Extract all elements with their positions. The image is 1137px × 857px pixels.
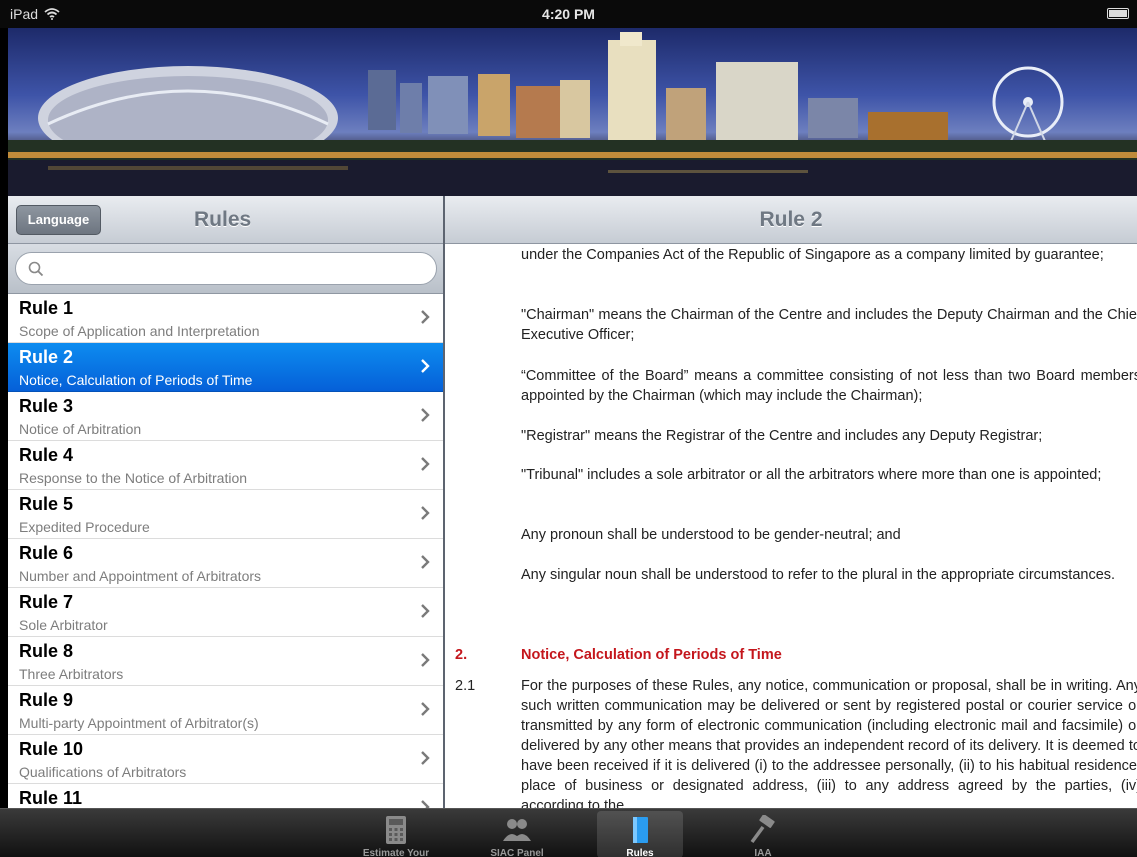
paragraph: Any pronoun shall be understood to be ge… [521,527,901,543]
chevron-right-icon [421,506,430,520]
rule-title: Rule 10 [19,739,84,759]
battery-icon [1107,8,1129,19]
chevron-right-icon [421,800,430,808]
list-item[interactable]: Rule 8 Three Arbitrators [8,637,444,686]
banner-image [8,28,1137,196]
rule-subtitle: Scope of Application and Interpretation [19,323,260,339]
tab-label: Estimate Your Fees [362,848,430,857]
language-button[interactable]: Language [16,205,101,235]
list-item[interactable]: Rule 10 Qualifications of Arbitrators [8,735,444,784]
detail-pane: Rule 2 under the Companies Act of the Re… [445,196,1137,808]
rule-title: Rule 3 [19,396,74,416]
master-navbar: Language Rules [8,196,444,244]
paragraph: “Committee of the Board” means a committ… [521,368,1137,404]
gavel-icon [750,815,775,844]
search-bar [8,244,444,294]
master-title: Rules [194,208,252,231]
tab-siac-panel[interactable]: SIAC Panel [474,811,560,857]
section-number: 2. [455,647,468,663]
rule-content: under the Companies Act of the Republic … [445,245,1137,808]
chevron-right-icon [421,408,430,422]
chevron-right-icon [421,604,430,618]
status-bar: iPad 4:20 PM [0,0,1137,28]
status-time: 4:20 PM [542,6,595,22]
tab-bar: Estimate Your Fees SIAC Panel Rules IAA [0,808,1137,857]
list-item[interactable]: Rule 11 [8,784,444,808]
paragraph: "Registrar" means the Registrar of the C… [521,428,1043,444]
tab-rules[interactable]: Rules [597,811,683,857]
chevron-right-icon [421,702,430,716]
list-item[interactable]: Rule 7 Sole Arbitrator [8,588,444,637]
search-input[interactable] [50,258,430,280]
rule-subtitle: Number and Appointment of Arbitrators [19,568,262,584]
chevron-right-icon [421,310,430,324]
tab-estimate-fees[interactable]: Estimate Your Fees [353,811,439,857]
rule-title: Rule 9 [19,690,74,710]
rule-subtitle: Multi-party Appointment of Arbitrator(s) [19,715,259,731]
tab-label: Rules [626,848,654,857]
search-icon [28,261,44,277]
detail-title: Rule 2 [759,208,823,231]
paragraph: under the Companies Act of the Republic … [521,247,1104,263]
search-field[interactable] [15,252,437,285]
paragraph: Any singular noun shall be understood to… [521,567,1116,583]
paragraph: "Chairman" means the Chairman of the Cen… [521,307,1137,343]
rule-subtitle: Response to the Notice of Arbitration [19,470,248,486]
rule-title: Rule 4 [19,445,74,465]
list-item[interactable]: Rule 3 Notice of Arbitration [8,392,444,441]
clause-number: 2.1 [455,678,476,694]
list-item[interactable]: Rule 6 Number and Appointment of Arbitrat… [8,539,444,588]
list-item[interactable]: Rule 2 Notice, Calculation of Periods of … [8,343,444,392]
tab-label: IAA [754,848,772,857]
chevron-right-icon [421,359,430,373]
rule-title: Rule 1 [19,298,74,318]
paragraph: "Tribunal" includes a sole arbitrator or… [521,467,1102,483]
chevron-right-icon [421,653,430,667]
rule-title: Rule 7 [19,592,74,612]
rule-title: Rule 11 [19,788,83,808]
book-icon [633,817,648,843]
rule-title: Rule 8 [19,641,74,661]
chevron-right-icon [421,751,430,765]
list-item[interactable]: Rule 5 Expedited Procedure [8,490,444,539]
chevron-right-icon [421,457,430,471]
tab-label: SIAC Panel [490,848,544,857]
rule-title: Rule 5 [19,494,74,514]
tab-iaa[interactable]: IAA [720,811,806,857]
calculator-icon [386,816,406,844]
list-item[interactable]: Rule 1 Scope of Application and Interpret… [8,294,444,343]
clause-text: For the purposes of these Rules, any not… [521,678,1137,808]
list-item[interactable]: Rule 4 Response to the Notice of Arbitrat… [8,441,444,490]
section-heading: Notice, Calculation of Periods of Time [521,647,782,663]
rule-subtitle: Expedited Procedure [19,519,150,535]
rule-subtitle: Qualifications of Arbitrators [19,764,187,780]
master-pane: Language Rules Rule 1 Scope of Applicatio… [8,196,444,808]
rule-title: Rule 6 [19,543,74,563]
rules-list: Rule 1 Scope of Application and Interpret… [8,294,444,808]
detail-navbar: Rule 2 [445,196,1137,244]
people-icon [503,819,531,841]
chevron-right-icon [421,555,430,569]
rule-subtitle: Sole Arbitrator [19,617,108,633]
list-item[interactable]: Rule 9 Multi-party Appointment of Arbitra… [8,686,444,735]
rule-subtitle: Three Arbitrators [19,666,124,682]
rule-title: Rule 2 [19,347,74,367]
rule-subtitle: Notice, Calculation of Periods of Time [19,372,253,388]
rule-subtitle: Notice of Arbitration [19,421,142,437]
